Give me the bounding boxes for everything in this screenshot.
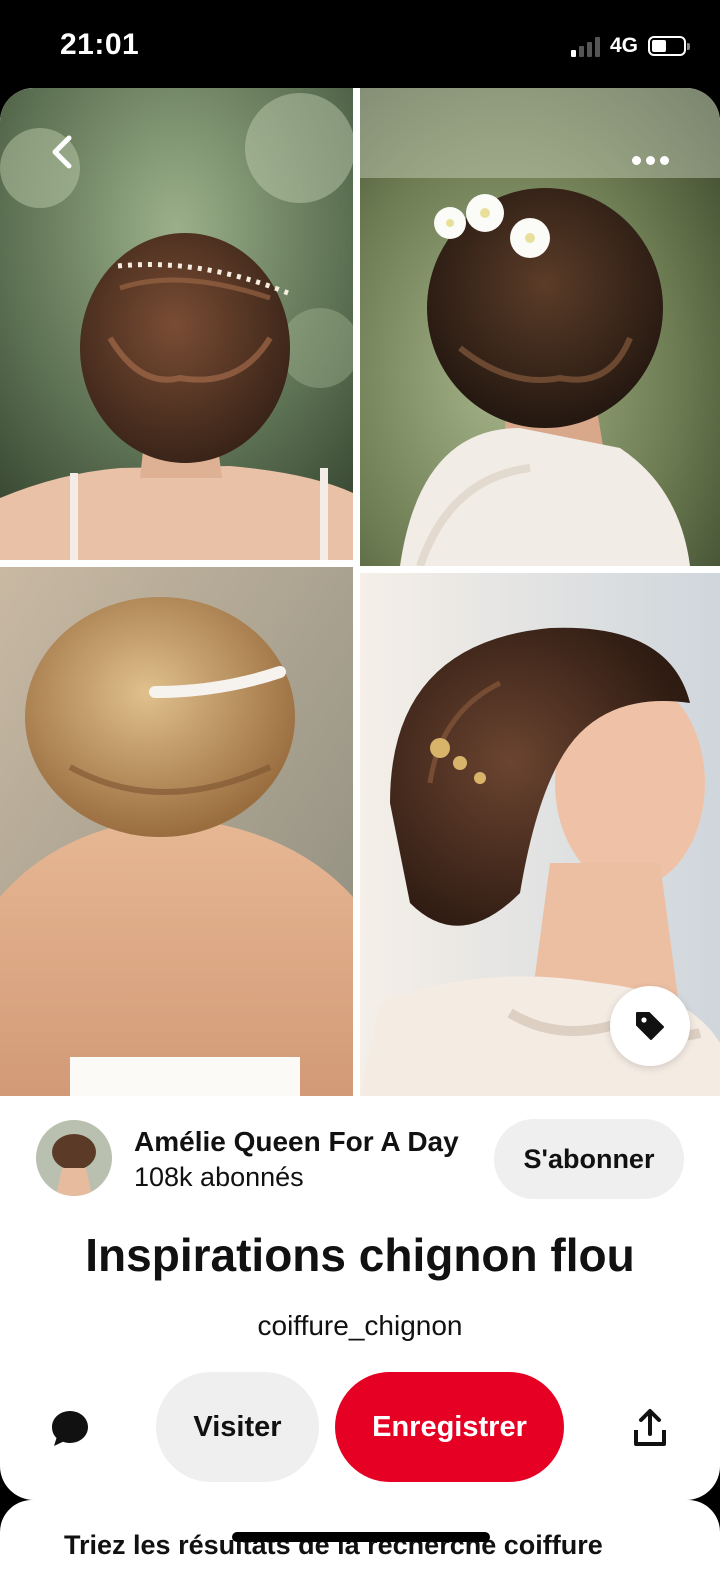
tag-icon [636, 1012, 664, 1040]
dot-icon [631, 155, 641, 165]
pin-image-collage[interactable] [0, 88, 720, 1096]
speech-bubble-icon [52, 1411, 88, 1446]
creator-avatar[interactable] [36, 1120, 112, 1196]
creator-followers: 108k abonnés [134, 1162, 304, 1192]
dot-icon [645, 155, 655, 165]
dot-icon [659, 155, 669, 165]
share-icon [634, 1409, 666, 1446]
status-indicators: 4G [570, 32, 690, 60]
follow-button[interactable]: S'abonner [494, 1119, 684, 1199]
shop-tag-button[interactable] [610, 986, 690, 1066]
pin-title: Inspirations chignon flou [85, 1229, 635, 1281]
comment-button[interactable] [48, 1406, 92, 1450]
chevron-left-icon [52, 135, 72, 169]
visit-button[interactable]: Visiter [156, 1372, 319, 1482]
home-indicator[interactable] [232, 1532, 490, 1542]
network-type: 4G [609, 34, 638, 57]
more-options-button[interactable] [620, 140, 680, 180]
creator-name[interactable]: Amélie Queen For A Day [134, 1126, 459, 1158]
battery-icon [648, 36, 690, 56]
status-time: 21:01 [60, 28, 140, 61]
share-button[interactable] [628, 1406, 672, 1450]
collage-image-pearl-comb-chignon [0, 567, 353, 1096]
pin-sheet: Amélie Queen For A Day 108k abonnés S'ab… [0, 88, 720, 1500]
status-bar: 21:01 4G [0, 0, 720, 88]
pin-action-bar: Visiter Enregistrer [0, 1372, 720, 1482]
save-button[interactable]: Enregistrer [335, 1372, 564, 1482]
back-button[interactable] [38, 128, 86, 176]
pin-source[interactable]: coiffure_chignon [0, 1310, 720, 1342]
signal-icon [570, 35, 600, 57]
creator-row: Amélie Queen For A Day 108k abonnés S'ab… [0, 1118, 720, 1204]
